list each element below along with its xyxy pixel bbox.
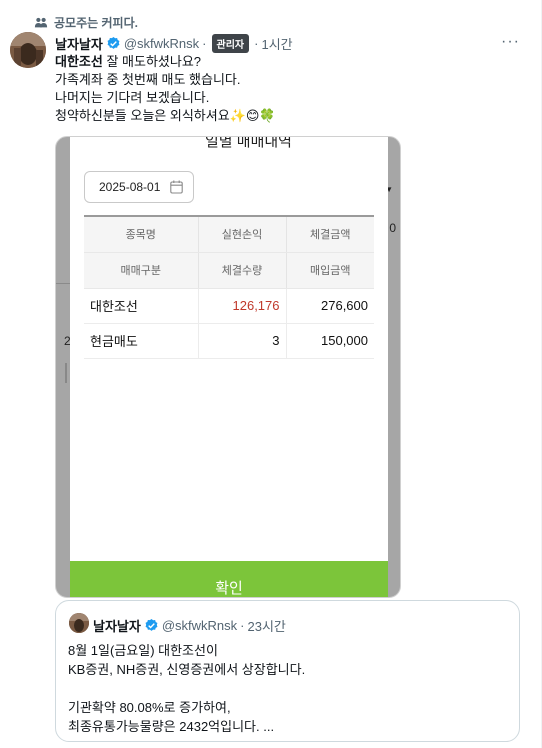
column-header: 매입금액 [286, 252, 374, 289]
author-name[interactable]: 날자날자 [55, 34, 103, 53]
trade-table: 종목명 실현손익 체결금액 매매구분 체결수량 매입금액 대한조선 126,17… [84, 215, 374, 359]
people-icon [34, 17, 48, 27]
confirm-button: 확인 [70, 561, 388, 597]
table-cell: 126,176 [198, 288, 287, 324]
tweet-line-1-rest: 잘 매도하셨나요? [102, 54, 202, 69]
trade-history-modal: 일별 매매내역 2025-08-01 종목명 실현손익 체결금액 매매구분 체결… [70, 136, 388, 597]
social-context-label: 공모주는 커피다. [54, 16, 138, 30]
quoted-line-3 [68, 679, 305, 698]
tweet-line-4: 청약하신분들 오늘은 외식하셔요✨😊🍀 [55, 108, 276, 123]
table-cell: 276,600 [286, 288, 374, 324]
tweet-text: 대한조선 잘 매도하셨나요? 가족계좌 중 첫번째 매도 했습니다. 나머지는 … [55, 53, 276, 125]
quoted-timestamp: 23시간 [247, 619, 286, 634]
date-value: 2025-08-01 [99, 180, 161, 194]
quoted-tweet[interactable]: 날자날자 @skfwkRnsk · 23시간 8월 1일(금요일) 대한조선이 … [55, 600, 520, 742]
quoted-author-name: 날자날자 [93, 619, 141, 634]
quoted-tweet-text: 8월 1일(금요일) 대한조선이 KB증권, NH증권, 신영증권에서 상장합니… [68, 641, 305, 736]
avatar-image [10, 32, 46, 68]
separator-dot: · [240, 618, 245, 633]
modal-title: 일별 매매내역 [205, 136, 292, 150]
column-header: 매매구분 [84, 252, 199, 289]
quoted-line-2: KB증권, NH증권, 신영증권에서 상장합니다. [68, 662, 306, 677]
table-header-row: 매매구분 체결수량 매입금액 [84, 252, 374, 289]
table-row: 대한조선 126,176 276,600 [84, 288, 374, 324]
quoted-avatar-image [69, 613, 89, 633]
column-header: 종목명 [84, 215, 199, 253]
quoted-author-handle: @skfwkRnsk [161, 618, 238, 633]
tweet-line-2: 가족계좌 중 첫번째 매도 했습니다. [55, 72, 241, 87]
avatar[interactable] [10, 32, 46, 68]
table-cell: 150,000 [286, 323, 374, 359]
tweet-line-1: 대한조선 잘 매도하셨나요? [55, 53, 276, 71]
background-divider [56, 283, 70, 284]
date-picker-field: 2025-08-01 [84, 171, 194, 203]
social-context[interactable]: 공모주는 커피다. [34, 14, 138, 31]
more-options-icon[interactable]: ··· [501, 33, 520, 51]
quoted-tweet-header: 날자날자 @skfwkRnsk · 23시간 [93, 616, 286, 635]
tweet-timestamp[interactable]: 1시간 [261, 34, 292, 53]
author-handle[interactable]: @skfwkRnsk [124, 36, 199, 51]
separator-dot: · [254, 36, 259, 51]
quoted-line-1: 8월 1일(금요일) 대한조선이 [68, 643, 218, 658]
quoted-avatar [69, 613, 89, 633]
tweet-header: 날자날자 @skfwkRnsk · 관리자 · 1시간 [55, 34, 293, 53]
column-header: 실현손익 [198, 215, 287, 253]
quoted-line-4: 기관확약 80.08%로 증가하여, [68, 700, 231, 715]
background-divider [65, 363, 67, 383]
verified-badge-icon [145, 618, 158, 631]
table-cell: 대한조선 [84, 288, 199, 324]
stock-name: 대한조선 [55, 54, 103, 69]
tweet-media-image[interactable]: ▼ 0 2 일별 매매내역 2025-08-01 종목명 실현손익 체결금액 매… [55, 136, 401, 598]
calendar-icon [170, 180, 183, 194]
background-text: 0 [389, 221, 396, 235]
admin-badge: 관리자 [211, 34, 250, 53]
table-cell: 3 [198, 323, 287, 359]
table-cell: 현금매도 [84, 323, 199, 359]
separator-dot: · [202, 36, 207, 51]
table-row: 현금매도 3 150,000 [84, 323, 374, 359]
column-header: 체결금액 [286, 215, 374, 253]
table-header-row: 종목명 실현손익 체결금액 [84, 215, 374, 253]
tweet-line-3: 나머지는 기다려 보겠습니다. [55, 90, 210, 105]
quoted-line-5: 최종유통가능물량은 2432억입니다. ... [68, 719, 275, 734]
column-header: 체결수량 [198, 252, 287, 289]
verified-badge-icon [107, 36, 120, 49]
